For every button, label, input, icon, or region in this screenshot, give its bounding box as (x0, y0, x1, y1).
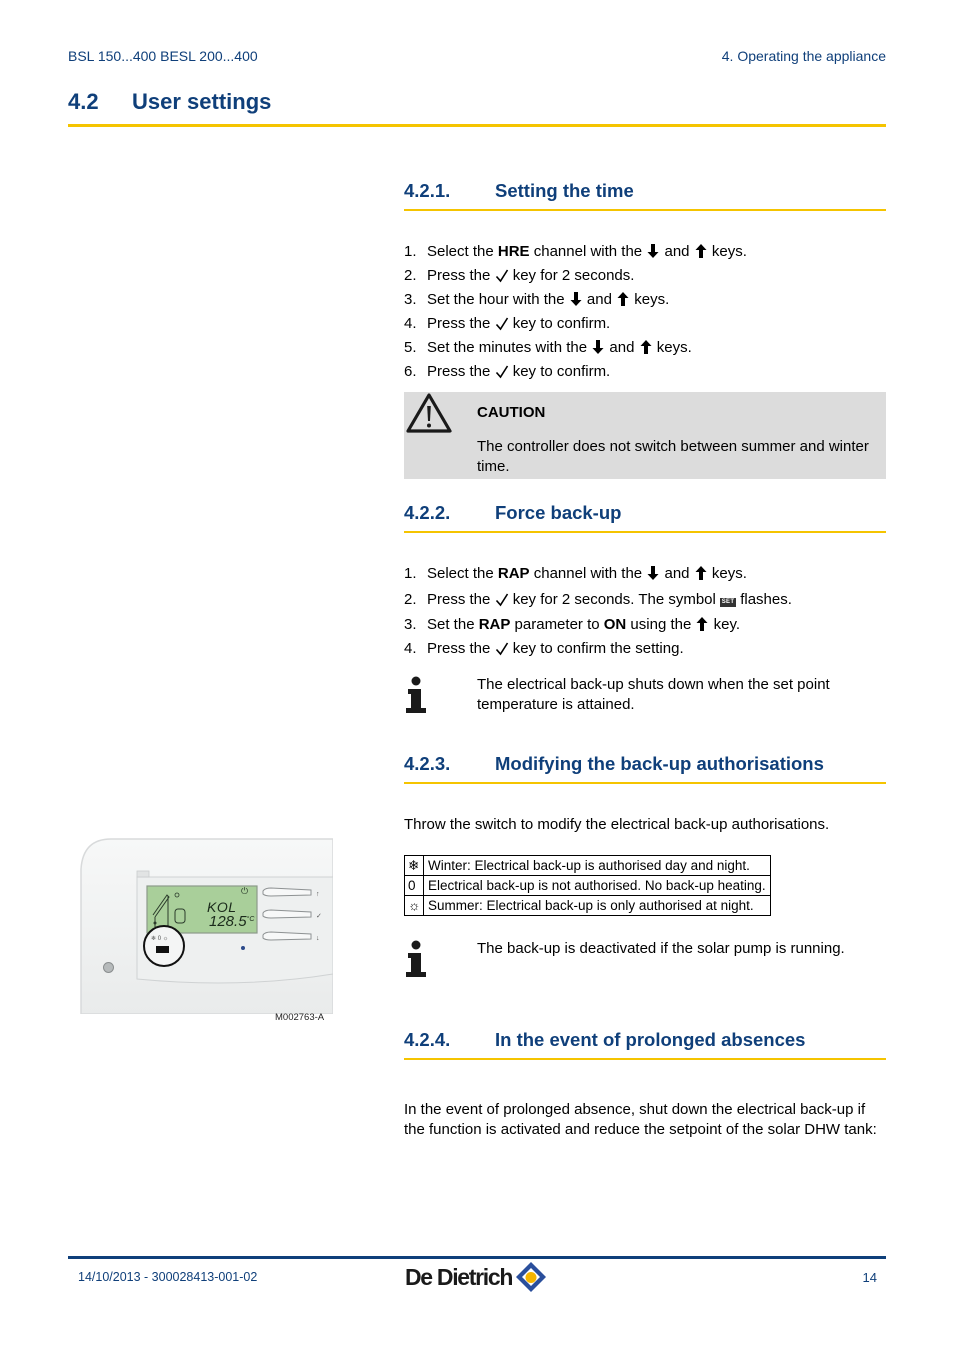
section-rule (68, 124, 886, 127)
list-item: 5. Set the minutes with the and keys. (404, 339, 692, 356)
subsection-rule (404, 209, 886, 211)
subsection-title: Force back-up (495, 502, 622, 523)
info-note-backup-shutdown: The electrical back-up shuts down when t… (477, 676, 830, 713)
subsection-rule (404, 782, 886, 784)
info-note-solar-pump: The back-up is deactivated if the solar … (477, 940, 845, 957)
down-arrow-key-icon (646, 243, 660, 259)
table-cell: Winter: Electrical back-up is authorised… (423, 855, 771, 876)
display-unit: °C (246, 916, 255, 923)
set-symbol-icon: SET (720, 598, 737, 607)
header-chapter-title: 4. Operating the appliance (721, 48, 886, 64)
svg-text:↓: ↓ (316, 935, 320, 942)
led-indicator (241, 946, 245, 950)
down-arrow-key-icon (569, 291, 583, 307)
list-item: 1. Select the HRE channel with the and ke… (404, 243, 747, 260)
subsection-title: Modifying the back-up authorisations (495, 753, 824, 774)
subsection-title: Setting the time (495, 180, 634, 201)
header-document-title: BSL 150...400 BESL 200...400 (68, 48, 258, 64)
info-icon (405, 940, 427, 978)
warning-triangle-icon (406, 393, 452, 433)
list-item: 4. Press the key to confirm the setting. (404, 640, 684, 657)
list-item: 1. Select the RAP channel with the and ke… (404, 565, 747, 582)
check-key-icon (495, 315, 509, 331)
caution-box: CAUTION The controller does not switch b… (404, 392, 886, 479)
winter-snowflake-icon: ❄ (404, 855, 424, 876)
svg-text:↑: ↑ (316, 891, 320, 898)
check-key-icon (495, 363, 509, 379)
page-number: 14 (862, 1270, 877, 1285)
screw-icon (103, 962, 114, 973)
up-arrow-key-icon (639, 339, 653, 355)
table-row: ☼ Summer: Electrical back-up is only auth… (404, 895, 771, 916)
check-key-icon (495, 640, 509, 656)
subsection-heading-force-backup: 4.2.2. Force back-up (404, 502, 886, 524)
mode-switch[interactable] (156, 946, 169, 953)
section-number: 4.2 (68, 89, 99, 114)
list-item: 2. Press the key for 2 seconds. The symbo… (404, 591, 792, 608)
subsection-number: 4.2.1. (404, 180, 451, 201)
subsection-heading-backup-authorisations: 4.2.3. Modifying the back-up authorisatio… (404, 753, 886, 775)
table-row: ❄ Winter: Electrical back-up is authorise… (404, 855, 771, 876)
caution-text: The controller does not switch between s… (477, 438, 869, 475)
brand-name: De Dietrich (405, 1263, 513, 1290)
setting-time-steps: 1. Select the HRE channel with the and ke… (404, 240, 886, 384)
svg-text:✓: ✓ (316, 913, 322, 920)
subsection-number: 4.2.4. (404, 1029, 451, 1050)
subsection-rule (404, 531, 886, 533)
controller-figure: KOL 128.5°C ⏻ ↑ ✓ ↓ ❄ 0 ☼ (71, 829, 333, 1014)
authorisations-intro: Throw the switch to modify the electrica… (404, 816, 830, 833)
force-backup-steps: 1. Select the RAP channel with the and ke… (404, 562, 886, 661)
table-cell: Summer: Electrical back-up is only autho… (423, 895, 771, 916)
down-arrow-key-icon (646, 565, 660, 581)
figure-caption: M002763-A (275, 1012, 325, 1023)
list-item: 3. Set the hour with the and keys. (404, 291, 670, 308)
up-arrow-key-icon (695, 616, 709, 632)
display-line-2: 128.5°C (209, 913, 254, 930)
subsection-title: In the event of prolonged absences (495, 1029, 806, 1050)
section-heading: 4.2 User settings (68, 89, 886, 115)
power-icon: ⏻ (241, 886, 249, 896)
prolonged-absence-text: In the event of prolonged absence, shut … (404, 1101, 877, 1138)
solar-collector-icon (152, 892, 186, 927)
subsection-number: 4.2.2. (404, 502, 451, 523)
caution-title: CAUTION (477, 404, 546, 421)
footer-rule (68, 1256, 886, 1259)
subsection-rule (404, 1058, 886, 1060)
check-key-icon (495, 591, 509, 607)
up-arrow-key-icon (616, 291, 630, 307)
brand-diamond-icon (516, 1262, 547, 1292)
subsection-number: 4.2.3. (404, 753, 451, 774)
info-icon (405, 676, 427, 714)
up-arrow-key-icon (694, 565, 708, 581)
display-value: 128.5 (209, 913, 247, 930)
list-item: 2. Press the key for 2 seconds. (404, 267, 635, 284)
section-title: User settings (132, 89, 272, 114)
list-item: 6. Press the key to confirm. (404, 363, 611, 380)
mode-switch-labels: ❄ 0 ☼ (151, 936, 169, 942)
controller-keys: ↑ ✓ ↓ (262, 887, 322, 942)
footer-date-reference: 14/10/2013 - 300028413-001-02 (78, 1270, 258, 1284)
check-key-icon (495, 267, 509, 283)
list-item: 3. Set the RAP parameter to ON using the … (404, 616, 741, 633)
summer-sun-icon: ☼ (404, 895, 424, 916)
brand-logo: De Dietrich (405, 1261, 548, 1293)
up-arrow-key-icon (694, 243, 708, 259)
table-cell: Electrical back-up is not authorised. No… (423, 875, 771, 896)
subsection-heading-prolonged-absences: 4.2.4. In the event of prolonged absences (404, 1029, 886, 1051)
list-item: 4. Press the key to confirm. (404, 315, 611, 332)
table-row: 0 Electrical back-up is not authorised. N… (404, 875, 771, 896)
authorisations-table: ❄ Winter: Electrical back-up is authorise… (404, 855, 771, 916)
subsection-heading-setting-time: 4.2.1. Setting the time (404, 180, 886, 202)
down-arrow-key-icon (591, 339, 605, 355)
zero-position: 0 (404, 875, 424, 896)
